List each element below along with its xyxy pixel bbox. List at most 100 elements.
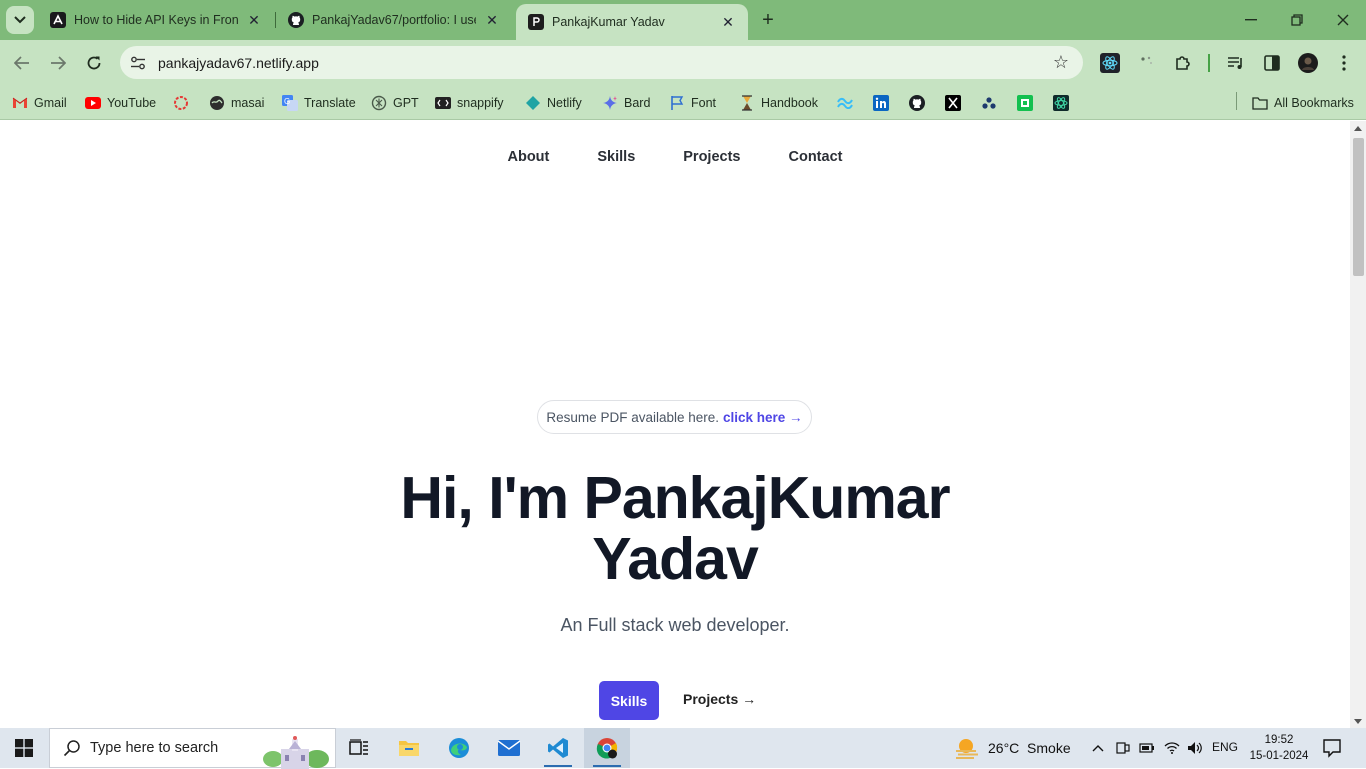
chrome-icon (596, 738, 618, 759)
tab-appwrite-article[interactable]: How to Hide API Keys in Fronte ✕ (38, 4, 274, 36)
forward-button[interactable] (44, 49, 72, 77)
tab-strip: How to Hide API Keys in Fronte ✕ PankajY… (0, 0, 1366, 40)
side-panel-icon[interactable] (1261, 52, 1283, 74)
linkedin-icon (873, 95, 889, 111)
close-window-button[interactable] (1329, 6, 1357, 34)
close-icon (1337, 14, 1349, 26)
openai-icon (371, 95, 387, 111)
portfolio-icon (528, 14, 544, 30)
mail-icon (497, 740, 521, 756)
edge-button[interactable] (436, 728, 482, 768)
mail-button[interactable] (486, 728, 532, 768)
wifi-icon[interactable] (1164, 740, 1180, 756)
bookmark-gmail[interactable]: Gmail (12, 92, 67, 114)
bookmark-x[interactable] (945, 92, 967, 114)
bookmark-react[interactable] (1053, 92, 1075, 114)
hero-heading-line2: Yadav (592, 526, 759, 592)
start-button[interactable] (0, 728, 48, 768)
new-tab-button[interactable]: + (757, 8, 779, 32)
appwrite-icon (50, 12, 66, 28)
github-icon (288, 12, 304, 28)
scroll-down-arrow-icon[interactable] (1354, 719, 1362, 724)
site-nav: About Skills Projects Contact (0, 149, 1350, 165)
browser-toolbar: pankajyadav67.netlify.app ☆ (0, 40, 1366, 86)
media-controls-icon[interactable] (1225, 52, 1247, 74)
windows-logo-icon (15, 739, 33, 757)
profile-avatar[interactable] (1297, 52, 1319, 74)
search-placeholder: Type here to search (90, 740, 219, 756)
bookmark-youtube[interactable]: YouTube (85, 92, 156, 114)
hero-subtitle: An Full stack web developer. (560, 615, 790, 635)
notification-center-icon[interactable] (1322, 738, 1342, 758)
youtube-icon (85, 95, 101, 111)
task-view-icon (349, 739, 368, 755)
close-icon[interactable]: ✕ (720, 14, 736, 30)
bookmark-font[interactable]: Font (669, 92, 716, 114)
tab-title: How to Hide API Keys in Fronte (74, 13, 238, 27)
bookmark-green-app[interactable] (1017, 92, 1039, 114)
bookmark-netlify[interactable]: Netlify (525, 92, 582, 114)
bookmark-snappify[interactable]: snappify (435, 92, 504, 114)
bookmark-bard[interactable]: Bard (602, 92, 650, 114)
bookmarks-bar: Gmail YouTube masai G Translate GPT snap… (0, 86, 1366, 120)
triangle-dots-icon (981, 95, 997, 111)
all-bookmarks-button[interactable]: All Bookmarks (1252, 92, 1354, 114)
back-button[interactable] (8, 49, 36, 77)
bookmark-translate[interactable]: G Translate (282, 92, 356, 114)
battery-icon[interactable] (1139, 740, 1155, 756)
clock-time: 19:52 (1264, 734, 1294, 746)
extensions-puzzle-icon[interactable] (1172, 52, 1194, 74)
globe-icon (209, 95, 225, 111)
reload-button[interactable] (80, 49, 108, 77)
portfolio-page: About Skills Projects Contact Resume PDF… (0, 121, 1350, 728)
close-icon[interactable]: ✕ (246, 12, 262, 28)
nav-skills[interactable]: Skills (597, 149, 635, 165)
chrome-button[interactable] (584, 728, 630, 768)
loading-extension-icon[interactable] (1136, 52, 1158, 74)
address-bar[interactable]: pankajyadav67.netlify.app ☆ (120, 46, 1083, 79)
react-devtools-icon[interactable] (1099, 52, 1121, 74)
show-hidden-icons-button[interactable] (1090, 740, 1106, 756)
chrome-menu-icon[interactable] (1333, 52, 1355, 74)
bookmark-gpt[interactable]: GPT (371, 92, 419, 114)
bookmark-handbook[interactable]: Handbook (739, 92, 818, 114)
tab-github-portfolio[interactable]: PankajYadav67/portfolio: I used ✕ (276, 4, 512, 36)
chevron-up-icon (1092, 745, 1104, 752)
scrollbar-thumb[interactable] (1353, 138, 1364, 276)
restore-button[interactable] (1283, 6, 1311, 34)
bookmark-star-icon[interactable]: ☆ (1053, 53, 1069, 71)
bookmark-linkedin[interactable] (873, 92, 895, 114)
input-language[interactable]: ENG (1212, 740, 1238, 754)
volume-icon[interactable] (1187, 740, 1203, 756)
taskbar-search[interactable]: Type here to search (49, 728, 336, 769)
nav-contact[interactable]: Contact (789, 149, 843, 165)
skills-button[interactable]: Skills (599, 681, 659, 720)
bookmark-tailwind[interactable] (837, 92, 859, 114)
system-clock[interactable]: 19:52 15-01-2024 (1246, 732, 1312, 764)
minimize-button[interactable] (1237, 6, 1265, 34)
bookmark-masai[interactable]: masai (209, 92, 264, 114)
vscode-button[interactable] (535, 728, 581, 768)
hero-heading-line1: Hi, I'm PankajKumar (400, 465, 950, 531)
page-scrollbar[interactable] (1350, 121, 1366, 728)
nav-about[interactable]: About (508, 149, 550, 165)
url-text[interactable]: pankajyadav67.netlify.app (158, 55, 319, 71)
tab-portfolio[interactable]: PankajKumar Yadav ✕ (516, 4, 748, 40)
scroll-up-arrow-icon[interactable] (1354, 126, 1362, 131)
bookmark-dots[interactable] (981, 92, 1003, 114)
weather-widget[interactable]: 26°C Smoke (954, 728, 1071, 768)
bookmark-github[interactable] (909, 92, 931, 114)
resume-link[interactable]: click here → (723, 410, 803, 425)
nav-projects[interactable]: Projects (683, 149, 740, 165)
tab-search-button[interactable] (6, 6, 34, 34)
meet-now-icon[interactable] (1115, 740, 1131, 756)
bookmark-ring[interactable] (173, 92, 195, 114)
bard-icon (602, 95, 618, 111)
close-icon[interactable]: ✕ (484, 12, 500, 28)
task-view-button[interactable] (336, 728, 382, 768)
site-info-icon[interactable] (126, 51, 150, 75)
projects-link[interactable]: Projects → (683, 691, 756, 707)
search-highlight-illustration (263, 736, 329, 769)
file-explorer-button[interactable] (386, 728, 432, 768)
windows-taskbar: Type here to search 26°C Smoke ENG 19:52… (0, 728, 1366, 769)
